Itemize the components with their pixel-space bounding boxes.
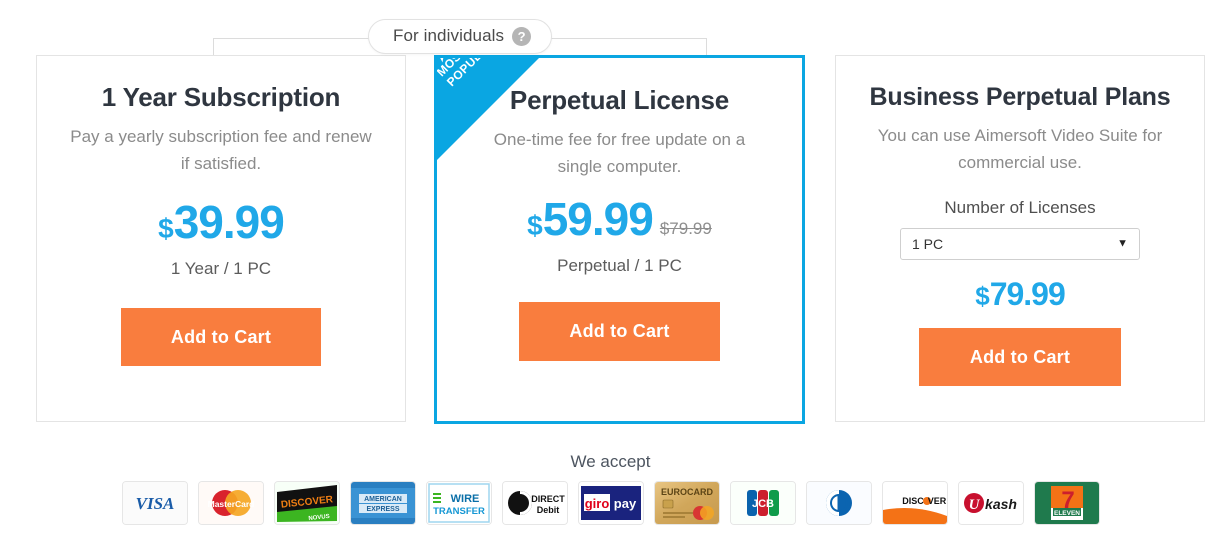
svg-text:DIRECT: DIRECT bbox=[531, 494, 565, 504]
price-currency: $ bbox=[158, 213, 174, 244]
we-accept-title: We accept bbox=[570, 452, 651, 471]
add-to-cart-button[interactable]: Add to Cart bbox=[919, 328, 1121, 386]
diners-club-icon bbox=[805, 481, 872, 525]
price-currency: $ bbox=[527, 210, 543, 241]
discover-novus-icon: DISCOVER NOVUS bbox=[273, 481, 340, 525]
pricing-cards: 1 Year Subscription Pay a yearly subscri… bbox=[0, 0, 1221, 440]
price-value: 79.99 bbox=[989, 276, 1066, 312]
add-to-cart-button[interactable]: Add to Cart bbox=[121, 308, 321, 366]
card-description: Pay a yearly subscription fee and renew … bbox=[70, 127, 372, 173]
card-description: You can use Aimersoft Video Suite for co… bbox=[877, 126, 1163, 172]
jcb-icon: JCB bbox=[729, 481, 796, 525]
eurocard-icon: EUROCARD bbox=[653, 481, 720, 525]
svg-text:kash: kash bbox=[985, 496, 1017, 512]
svg-text:VER: VER bbox=[927, 496, 946, 506]
direct-debit-icon: DIRECT Debit bbox=[501, 481, 568, 525]
price-block: $ 79.99 bbox=[836, 278, 1204, 310]
svg-text:JCB: JCB bbox=[751, 498, 773, 510]
svg-text:TRANSFER: TRANSFER bbox=[433, 506, 485, 517]
seven-eleven-icon: 7 ELEVEN bbox=[1033, 481, 1100, 525]
card-title: 1 Year Subscription bbox=[101, 82, 341, 112]
most-popular-ribbon bbox=[437, 58, 540, 161]
card-title: Business Perpetual Plans bbox=[869, 83, 1171, 111]
giropay-icon: giro pay bbox=[577, 481, 644, 525]
svg-text:WIRE: WIRE bbox=[450, 493, 479, 505]
price-note: Perpetual / 1 PC bbox=[557, 256, 682, 275]
svg-text:pay: pay bbox=[613, 496, 636, 511]
number-of-licenses-label: Number of Licenses bbox=[944, 198, 1096, 217]
price-value: 59.99 bbox=[542, 193, 654, 245]
svg-text:U: U bbox=[968, 497, 980, 513]
price-note: 1 Year / 1 PC bbox=[170, 259, 272, 278]
price-block: $ 59.99 $79.99 bbox=[437, 196, 802, 242]
svg-text:EXPRESS: EXPRESS bbox=[366, 506, 399, 513]
svg-text:MasterCard: MasterCard bbox=[207, 499, 254, 509]
price-block: $ 39.99 bbox=[37, 199, 405, 245]
ukash-icon: U kash bbox=[957, 481, 1024, 525]
svg-text:ELEVEN: ELEVEN bbox=[1053, 510, 1079, 517]
mastercard-icon: MasterCard bbox=[197, 481, 264, 525]
svg-text:DISC: DISC bbox=[902, 496, 924, 506]
question-mark-icon[interactable]: ? bbox=[512, 26, 532, 46]
svg-text:EUROCARD: EUROCARD bbox=[660, 487, 713, 497]
number-of-licenses-select[interactable]: 1 PC bbox=[900, 228, 1140, 260]
price-value: 39.99 bbox=[173, 196, 285, 248]
number-of-licenses-select-wrap: 1 PC ▼ bbox=[900, 228, 1140, 260]
svg-text:VISA: VISA bbox=[135, 494, 174, 513]
old-price: $79.99 bbox=[659, 219, 712, 238]
visa-icon: VISA bbox=[121, 481, 188, 525]
pricing-card-business-perpetual-plans: Business Perpetual Plans You can use Aim… bbox=[835, 55, 1205, 422]
payment-methods-row: VISA MasterCard DISCOVER NOVUS AMERICAN … bbox=[0, 481, 1221, 525]
wire-transfer-icon: WIRE TRANSFER bbox=[425, 481, 492, 525]
svg-text:Debit: Debit bbox=[536, 505, 559, 515]
add-to-cart-button[interactable]: Add to Cart bbox=[519, 302, 720, 361]
discover-icon: DISC VER bbox=[881, 481, 948, 525]
plan-group-legend-label: For individuals bbox=[393, 26, 505, 45]
svg-text:giro: giro bbox=[584, 496, 609, 511]
pricing-card-one-year-subscription: 1 Year Subscription Pay a yearly subscri… bbox=[36, 55, 406, 422]
svg-text:AMERICAN: AMERICAN bbox=[364, 496, 402, 503]
plan-group-legend[interactable]: For individuals ? bbox=[368, 19, 553, 54]
price-currency: $ bbox=[975, 281, 990, 311]
pricing-card-perpetual-license: ★ MOST POPULAR Perpetual License One-tim… bbox=[434, 55, 805, 424]
american-express-icon: AMERICAN EXPRESS bbox=[349, 481, 416, 525]
